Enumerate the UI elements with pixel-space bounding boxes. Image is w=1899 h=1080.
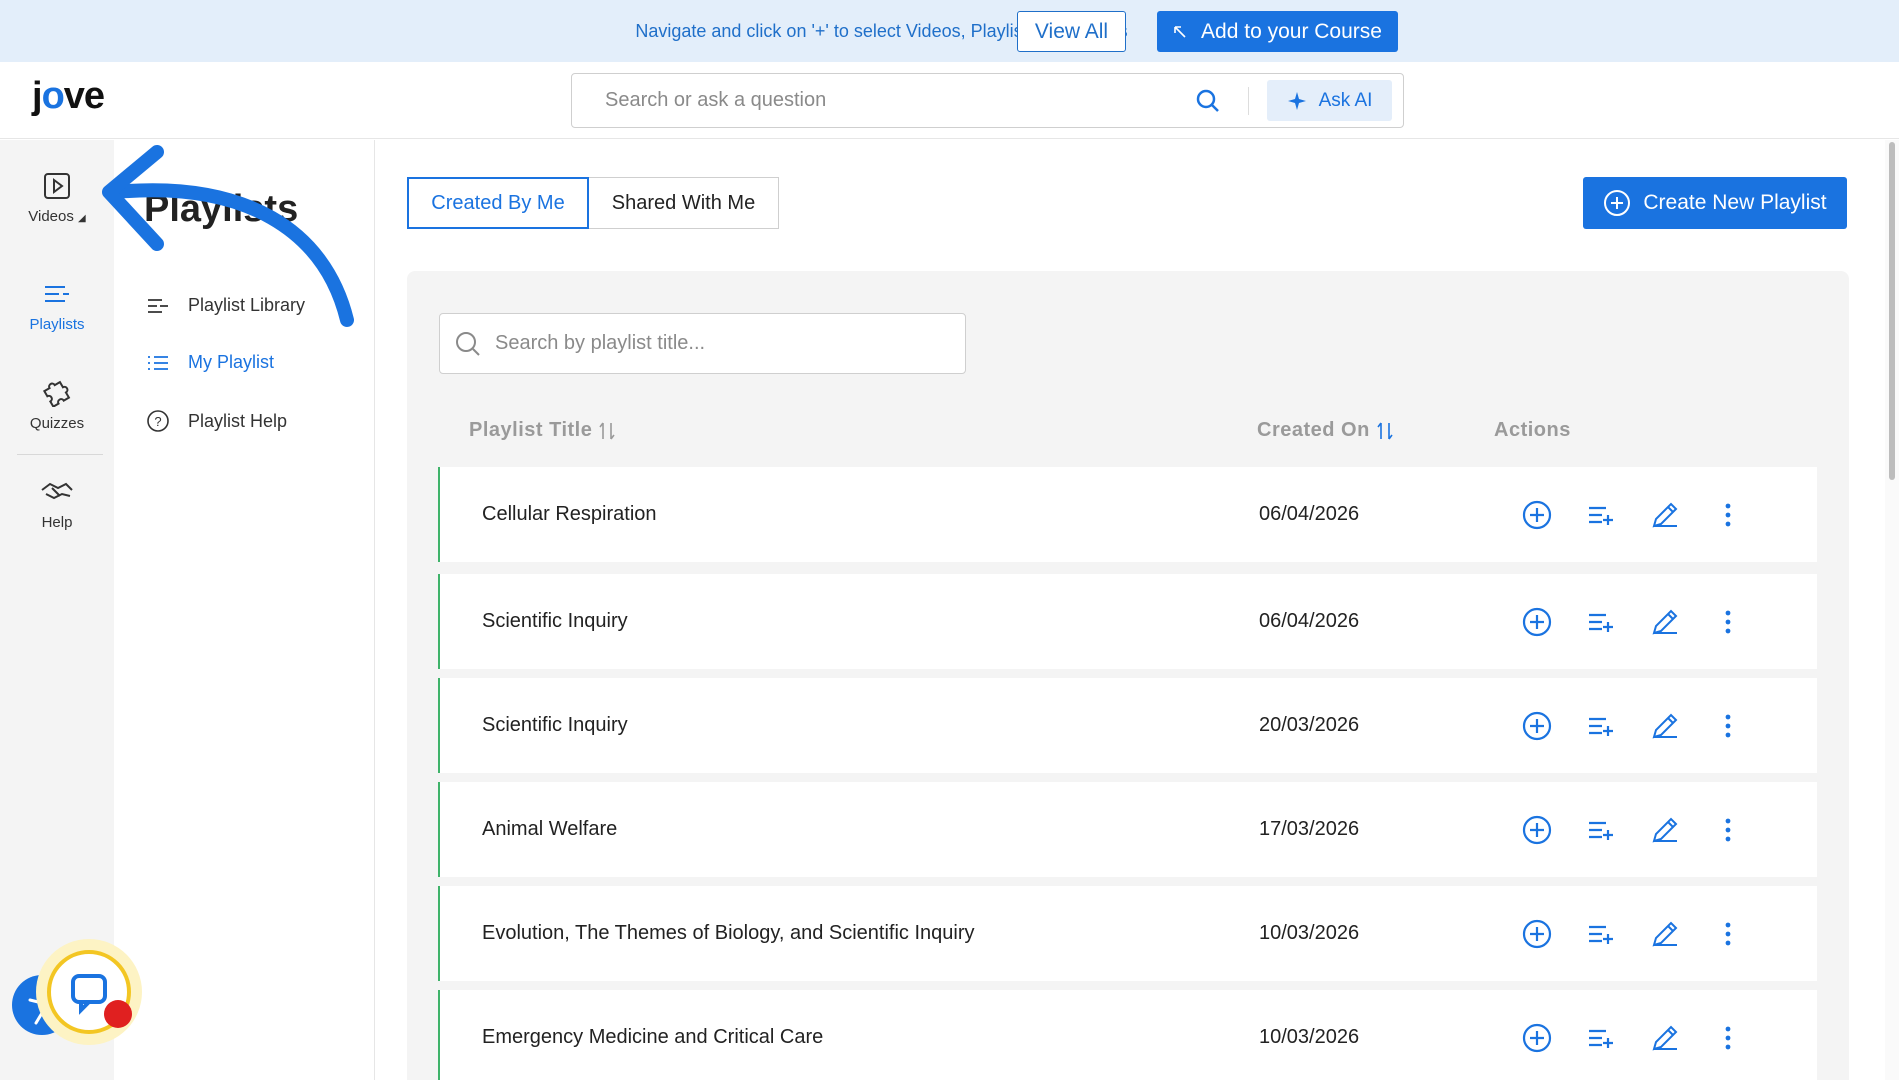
sidebar-item-label: Playlist Help: [188, 410, 288, 431]
play-square-icon: [44, 173, 70, 199]
playlist-panel: Search by playlist title... Playlist Tit…: [407, 271, 1849, 1080]
more-options-icon[interactable]: [1713, 500, 1743, 530]
rail-item-help[interactable]: Help: [0, 478, 114, 531]
table-row[interactable]: Emergency Medicine and Critical Care 10/0…: [438, 990, 1817, 1080]
sidebar-item-my-playlist[interactable]: My Playlist: [146, 352, 274, 373]
rail-item-label: Videos: [28, 208, 74, 225]
playlist-icon: [45, 286, 69, 302]
playlist-search[interactable]: Search by playlist title...: [439, 313, 966, 374]
puzzle-icon: [42, 380, 71, 407]
column-header-title[interactable]: Playlist Title: [469, 419, 616, 442]
column-header-actions: Actions: [1494, 419, 1571, 441]
rail-item-label: Quizzes: [29, 415, 85, 432]
rail-item-quizzes[interactable]: Quizzes: [0, 375, 114, 432]
edit-pencil-icon[interactable]: [1650, 607, 1680, 637]
edit-pencil-icon[interactable]: [1650, 919, 1680, 949]
playlist-tabs: Created By Me Shared With Me: [407, 177, 779, 229]
playlist-title[interactable]: Cellular Respiration: [482, 503, 657, 526]
add-to-playlist-icon[interactable]: [1586, 500, 1616, 530]
add-to-playlist-icon[interactable]: [1586, 607, 1616, 637]
add-to-playlist-icon[interactable]: [1586, 919, 1616, 949]
playlist-title[interactable]: Emergency Medicine and Critical Care: [482, 1026, 823, 1049]
table-row[interactable]: Animal Welfare 17/03/2026: [438, 782, 1817, 877]
more-options-icon[interactable]: [1713, 1023, 1743, 1053]
rail-item-label: Playlists: [29, 316, 85, 333]
create-new-playlist-button[interactable]: Create New Playlist: [1583, 177, 1847, 229]
rail-item-label: Help: [41, 514, 73, 531]
notification-dot: [104, 1000, 132, 1028]
playlist-created-date: 20/03/2026: [1259, 714, 1360, 736]
sort-icon[interactable]: [598, 421, 616, 441]
tutorial-arrow-annotation: [102, 145, 354, 327]
table-row[interactable]: Scientific Inquiry 20/03/2026: [438, 678, 1817, 773]
sidebar-item-label: My Playlist: [188, 352, 275, 372]
edit-pencil-icon[interactable]: [1650, 500, 1680, 530]
more-options-icon[interactable]: [1713, 919, 1743, 949]
scrollbar-thumb[interactable]: [1889, 142, 1895, 480]
svg-text:?: ?: [154, 414, 161, 429]
tab-shared-with-me[interactable]: Shared With Me: [589, 177, 779, 229]
global-search-input[interactable]: Search or ask a question: [605, 89, 826, 112]
view-all-button[interactable]: View All: [1017, 11, 1126, 52]
playlist-title[interactable]: Evolution, The Themes of Biology, and Sc…: [482, 922, 975, 945]
playlist-title[interactable]: Animal Welfare: [482, 818, 617, 841]
more-options-icon[interactable]: [1713, 607, 1743, 637]
caret-down-icon: ◢: [78, 213, 86, 224]
jove-logo[interactable]: jove: [32, 75, 105, 118]
add-plus-circle-icon[interactable]: [1522, 500, 1552, 530]
top-banner: Navigate and click on '+' to select Vide…: [0, 0, 1899, 62]
table-row[interactable]: Evolution, The Themes of Biology, and Sc…: [438, 886, 1817, 981]
edit-pencil-icon[interactable]: [1650, 711, 1680, 741]
column-header-label: Created On: [1257, 419, 1370, 441]
add-plus-circle-icon[interactable]: [1522, 1023, 1552, 1053]
playlist-created-date: 06/04/2026: [1259, 503, 1360, 525]
sort-icon[interactable]: [1376, 421, 1394, 441]
bulleted-list-icon: [148, 355, 168, 370]
app-header: jove Search or ask a question Ask AI: [0, 62, 1899, 139]
search-icon: [456, 332, 480, 356]
add-plus-circle-icon[interactable]: [1522, 711, 1552, 741]
edit-pencil-icon[interactable]: [1650, 815, 1680, 845]
playlist-title[interactable]: Scientific Inquiry: [482, 610, 628, 633]
arrow-up-left-icon: [1174, 25, 1186, 38]
add-plus-circle-icon[interactable]: [1522, 815, 1552, 845]
column-header-created[interactable]: Created On: [1257, 419, 1394, 442]
playlist-created-date: 10/03/2026: [1259, 1026, 1360, 1048]
tab-created-by-me[interactable]: Created By Me: [407, 177, 589, 229]
add-to-playlist-icon[interactable]: [1586, 711, 1616, 741]
search-icon[interactable]: [1195, 88, 1221, 114]
add-to-playlist-icon[interactable]: [1586, 1023, 1616, 1053]
search-divider: [1248, 87, 1249, 115]
handshake-icon: [41, 482, 73, 500]
ask-ai-label: Ask AI: [1318, 89, 1373, 111]
create-new-playlist-label: Create New Playlist: [1643, 191, 1827, 214]
global-search[interactable]: Search or ask a question Ask AI: [571, 73, 1404, 128]
playlist-created-date: 17/03/2026: [1259, 818, 1360, 840]
help-circle-icon: ?: [147, 410, 169, 432]
add-plus-circle-icon[interactable]: [1522, 607, 1552, 637]
table-row[interactable]: Cellular Respiration 06/04/2026: [438, 467, 1817, 562]
playlist-title[interactable]: Scientific Inquiry: [482, 714, 628, 737]
sidebar-item-playlist-help[interactable]: ? Playlist Help: [146, 409, 287, 433]
playlist-created-date: 06/04/2026: [1259, 610, 1360, 632]
ask-ai-button[interactable]: Ask AI: [1267, 80, 1392, 121]
playlist-created-date: 10/03/2026: [1259, 922, 1360, 944]
plus-circle-icon: [1604, 190, 1631, 216]
more-options-icon[interactable]: [1713, 815, 1743, 845]
column-header-label: Playlist Title: [469, 419, 593, 441]
add-to-course-label: Add to your Course: [1201, 19, 1382, 43]
table-row[interactable]: Scientific Inquiry 06/04/2026: [438, 574, 1817, 669]
add-to-playlist-icon[interactable]: [1586, 815, 1616, 845]
playlist-search-input[interactable]: Search by playlist title...: [495, 332, 705, 355]
add-to-course-button[interactable]: Add to your Course: [1157, 11, 1398, 52]
add-plus-circle-icon[interactable]: [1522, 919, 1552, 949]
edit-pencil-icon[interactable]: [1650, 1023, 1680, 1053]
more-options-icon[interactable]: [1713, 711, 1743, 741]
rail-divider: [17, 454, 103, 455]
sparkle-icon: [1287, 91, 1306, 110]
